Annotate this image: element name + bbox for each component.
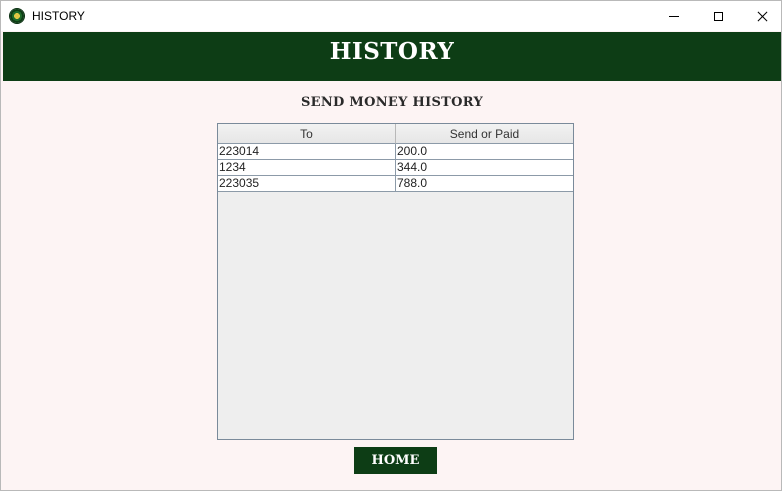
close-icon: [757, 11, 768, 22]
table-cell-amount[interactable]: 788.0: [396, 176, 573, 192]
section-title: SEND MONEY HISTORY: [300, 95, 484, 110]
minimize-button[interactable]: [651, 1, 697, 31]
app-logo-icon: [10, 9, 24, 23]
home-button[interactable]: HOME: [354, 447, 437, 474]
table-cell-to[interactable]: 1234: [218, 160, 396, 176]
page-title: HISTORY: [329, 38, 455, 65]
table-cell-amount[interactable]: 344.0: [396, 160, 573, 176]
table-body: 223014 200.0 1234 344.0 223035 788.0: [218, 144, 573, 192]
maximize-button[interactable]: [695, 1, 741, 31]
column-header-to[interactable]: To: [218, 124, 396, 144]
table-row[interactable]: 1234 344.0: [218, 160, 573, 176]
table-row[interactable]: 223014 200.0: [218, 144, 573, 160]
table-header: To Send or Paid: [218, 124, 573, 144]
table-cell-amount[interactable]: 200.0: [396, 144, 573, 160]
history-table[interactable]: To Send or Paid 223014 200.0 1234 344.0 …: [217, 123, 574, 440]
header-banner: HISTORY: [3, 32, 781, 81]
title-bar: HISTORY: [1, 1, 781, 31]
window-title: HISTORY: [32, 9, 85, 23]
history-window: HISTORY HISTORY SEND MONEY HISTORY To Se…: [0, 0, 782, 491]
close-button[interactable]: [739, 1, 781, 31]
table-row[interactable]: 223035 788.0: [218, 176, 573, 192]
minimize-icon: [669, 15, 679, 17]
column-header-send-or-paid[interactable]: Send or Paid: [396, 124, 573, 144]
table-cell-to[interactable]: 223035: [218, 176, 396, 192]
table-cell-to[interactable]: 223014: [218, 144, 396, 160]
maximize-icon: [713, 11, 723, 21]
